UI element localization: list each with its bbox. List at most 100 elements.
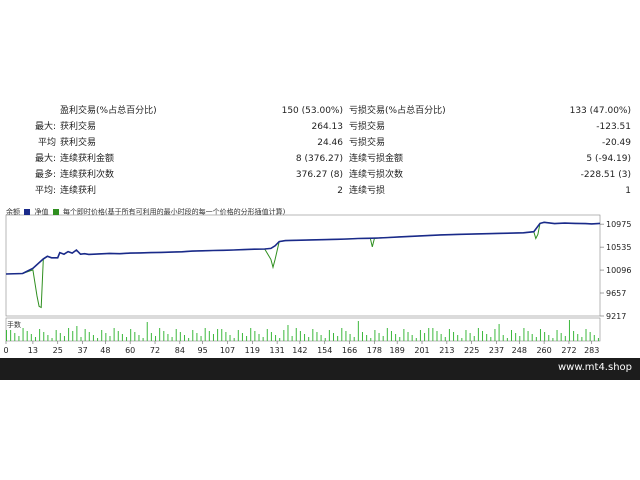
volume-bar: [299, 331, 301, 341]
stat-value-loss: 133 (47.00%): [569, 106, 631, 116]
x-tick-label: 154: [317, 346, 332, 355]
volume-bar: [597, 338, 599, 341]
x-tick-label: 283: [584, 346, 599, 355]
stat-label-loss: 连续亏损: [349, 186, 386, 196]
stat-value-loss: 5 (-94.19): [586, 154, 631, 164]
volume-bar: [92, 335, 94, 341]
volume-bar: [581, 337, 583, 341]
x-tick-label: 13: [28, 346, 38, 355]
volume-bar: [312, 329, 314, 341]
volume-bar: [146, 322, 148, 341]
stats-table: 盈利交易(%占总百分比) 150 (53.00%) 亏损交易(%占总百分比) 133 …: [0, 103, 640, 203]
chart-legend: 余额 净值 每个即时价格(基于所有可利用的最小时段的每一个价格的分形插值计算): [6, 207, 285, 217]
stat-label-loss: 亏损交易: [349, 138, 386, 148]
volume-bar: [428, 328, 430, 341]
volume-bar: [217, 329, 219, 341]
volume-bar: [308, 337, 310, 341]
volume-bar: [51, 338, 53, 341]
volume-bar: [502, 335, 504, 341]
volume-bar: [390, 331, 392, 341]
stat-label-loss: 亏损交易: [349, 122, 386, 132]
volume-frame: [5, 317, 601, 342]
volume-bar: [63, 336, 65, 341]
volume-bar: [72, 331, 74, 341]
stat-label-win: 获利交易: [60, 122, 97, 132]
volume-bar: [370, 338, 372, 341]
volume-bar: [353, 337, 355, 341]
volume-bar: [436, 331, 438, 341]
volume-bar: [523, 328, 525, 341]
volume-bar: [237, 330, 239, 341]
stat-label-win: 连续获利: [60, 186, 97, 196]
volume-bar: [531, 334, 533, 341]
equity-swatch-icon: [52, 209, 59, 215]
stat-value-win: 264.13: [311, 122, 344, 132]
x-tick-label: 201: [414, 346, 429, 355]
volume-bar: [552, 338, 554, 341]
volume-bar: [159, 328, 161, 341]
stat-label-win: 获利交易: [60, 138, 97, 148]
volume-bar: [287, 325, 289, 341]
volume-bar: [171, 337, 173, 341]
stat-value-win: 24.46: [317, 138, 343, 148]
x-tick-label: 131: [269, 346, 284, 355]
volume-bar: [386, 328, 388, 341]
volume-bar: [419, 330, 421, 341]
x-tick-label: 119: [245, 346, 260, 355]
stats-row: 最多: 连续获利次数 376.27 (8) 连续亏损次数 -228.51 (3): [0, 167, 640, 183]
volume-bar: [382, 336, 384, 341]
volume-bar: [519, 336, 521, 341]
stat-label-prefix: 平均:: [34, 186, 56, 196]
volume-bar: [395, 334, 397, 341]
volume-bar: [250, 328, 252, 341]
volume-bar: [109, 336, 111, 341]
volume-bar: [76, 326, 78, 341]
y-tick-label: 9657: [606, 289, 626, 298]
footer-site-text[interactable]: www.mt4.shop: [558, 362, 632, 373]
volume-bar: [593, 335, 595, 341]
volume-bar: [399, 337, 401, 341]
volume-bar: [515, 333, 517, 341]
x-tick-label: 0: [3, 346, 8, 355]
volume-bar: [573, 331, 575, 341]
volume-bar: [295, 328, 297, 341]
volume-bar: [258, 334, 260, 341]
volume-bar: [415, 338, 417, 341]
volume-bar: [316, 332, 318, 341]
volume-bar: [535, 337, 537, 341]
volume-bar: [490, 337, 492, 341]
volume-bar: [175, 329, 177, 341]
stats-row: 平均 获利交易 24.46 亏损交易 -20.49: [0, 135, 640, 151]
stat-label-win: 连续获利次数: [60, 170, 115, 180]
volume-bar: [212, 334, 214, 341]
stat-label-loss: 亏损交易(%占总百分比): [349, 106, 446, 116]
stat-label-prefix: 平均: [37, 138, 56, 148]
balance-chart-panel: 余额 净值 每个即时价格(基于所有可利用的最小时段的每一个价格的分形插值计算) …: [0, 203, 640, 355]
volume-bar: [337, 336, 339, 341]
volume-bar: [494, 329, 496, 341]
volume-bar: [374, 330, 376, 341]
volume-bar: [482, 331, 484, 341]
y-tick-label: 9217: [606, 312, 626, 321]
volume-bar: [142, 338, 144, 341]
x-tick-label: 248: [512, 346, 527, 355]
volume-bar: [163, 331, 165, 341]
volume-bar: [477, 328, 479, 341]
volume-bar: [275, 335, 277, 341]
stat-value-win: 376.27 (8): [295, 170, 343, 180]
x-tick-label: 260: [536, 346, 551, 355]
volume-bar: [208, 331, 210, 341]
x-tick-label: 60: [125, 346, 135, 355]
volume-bar: [47, 335, 49, 341]
volume-bar: [14, 333, 16, 341]
volume-bar: [204, 328, 206, 341]
volume-bar: [266, 329, 268, 341]
volume-bar: [254, 331, 256, 341]
x-tick-label: 107: [220, 346, 235, 355]
volume-bar: [506, 338, 508, 341]
volume-bar: [130, 329, 132, 341]
stat-label-prefix: 最大:: [34, 122, 56, 132]
volume-bar: [469, 333, 471, 341]
volume-bar: [333, 333, 335, 341]
volume-bar: [150, 333, 152, 341]
